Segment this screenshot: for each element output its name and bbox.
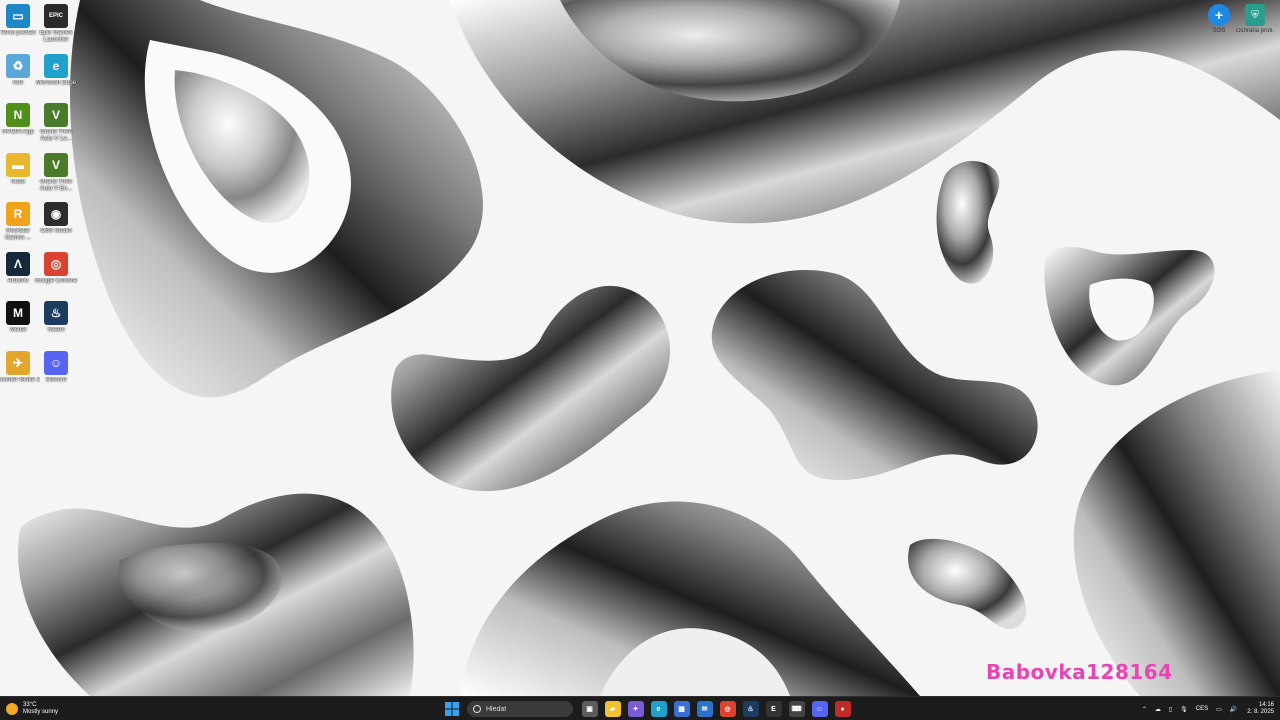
- protection-shortcut[interactable]: ⛨ Ochrana proti...: [1236, 4, 1274, 44]
- medal-icon: M: [6, 301, 30, 325]
- start-button[interactable]: [443, 700, 461, 718]
- windows-logo-icon: [445, 702, 459, 716]
- mail-icon[interactable]: ✉: [696, 701, 713, 717]
- obs-icon: ◉: [44, 202, 68, 226]
- device-icon[interactable]: ▯: [1169, 706, 1172, 713]
- watermark-text: Babovka128164: [986, 660, 1173, 684]
- clock-time: 14:16: [1258, 702, 1274, 708]
- gamepad-icon[interactable]: ⌨: [788, 701, 805, 717]
- desktop-shortcut-label: Epic Games Launcher: [39, 30, 73, 43]
- copilot-icon[interactable]: ✦: [627, 701, 644, 717]
- desktop-shortcut-label: OBS Studio: [40, 228, 72, 234]
- weather-widget[interactable]: 33°C Mostly sunny: [6, 699, 58, 719]
- desktop-shortcut[interactable]: V Grand Theft Auto V En...: [34, 152, 78, 199]
- protection-label: Ochrana proti...: [1236, 28, 1274, 34]
- chevron-up-icon[interactable]: ⌃: [1142, 706, 1147, 713]
- arduino-icon: Λ: [6, 251, 30, 276]
- nvidia-icon: N: [6, 103, 30, 127]
- recorder-icon[interactable]: ●: [834, 701, 851, 717]
- language-indicator[interactable]: CES: [1196, 706, 1208, 712]
- desktop-shortcut[interactable]: e Microsoft Edge: [34, 53, 78, 100]
- steam-taskbar-icon[interactable]: ♨: [742, 701, 759, 717]
- protection-icon: ⛨: [1245, 4, 1265, 26]
- epic-games-icon: EPIC: [44, 4, 68, 28]
- desktop-shortcut[interactable]: ☺ Discord: [34, 350, 78, 397]
- epic-taskbar-icon[interactable]: E: [765, 701, 782, 717]
- desktop-shortcut-label: Grand Theft Auto V En...: [39, 178, 73, 192]
- network-icon[interactable]: ▭: [1216, 706, 1222, 713]
- gta-v-icon: V: [44, 103, 68, 127]
- clock-date: 2. 8. 2025: [1247, 709, 1274, 715]
- sun-icon: [6, 703, 18, 715]
- taskbar-search[interactable]: Hledat: [467, 701, 573, 717]
- desktop-shortcut-label: Grand Theft Auto V Le...: [40, 129, 72, 142]
- rockstar-icon: R: [6, 202, 30, 226]
- edge-icon: e: [44, 53, 68, 78]
- task-view-icon[interactable]: ▣: [581, 701, 598, 717]
- desktop-shortcut[interactable]: ♨ Steam: [34, 301, 78, 347]
- weather-temp: 33°C: [23, 702, 37, 708]
- sos-shortcut[interactable]: + SOS: [1204, 4, 1234, 44]
- clock[interactable]: 14:16 2. 8. 2025: [1247, 702, 1274, 716]
- sos-icon: +: [1208, 4, 1230, 26]
- desktop-shortcut-label: Google Chrome: [34, 277, 78, 284]
- discord-icon: ☺: [44, 350, 68, 375]
- store-icon[interactable]: ▦: [673, 701, 690, 717]
- cloud-icon[interactable]: ☁: [1155, 706, 1161, 713]
- desktop-shortcut[interactable]: V Grand Theft Auto V Le...: [34, 103, 78, 149]
- chrome-taskbar-icon[interactable]: ◎: [719, 701, 736, 717]
- desktop-shortcut-label: Discord: [45, 376, 67, 383]
- discord-taskbar-icon[interactable]: ☺: [811, 701, 828, 717]
- desktop-shortcut[interactable]: ◉ OBS Studio: [34, 202, 78, 248]
- sos-label: SOS: [1212, 28, 1226, 34]
- edge-taskbar-icon[interactable]: e: [650, 701, 667, 717]
- search-placeholder: Hledat: [486, 705, 507, 713]
- chrome-icon: ◎: [44, 251, 68, 276]
- weather-desc: Mostly sunny: [23, 709, 59, 715]
- microphone-icon[interactable]: 🎙: [1180, 706, 1188, 713]
- search-icon: [473, 705, 481, 713]
- desktop-shortcut-label: Microsoft Edge: [35, 79, 77, 86]
- counter-strike-icon: ✈: [6, 350, 30, 375]
- desktop-shortcut[interactable]: EPIC Epic Games Launcher: [34, 4, 78, 50]
- desktop-wallpaper: [0, 0, 1280, 696]
- computer-icon: ▭: [6, 4, 30, 28]
- volume-icon[interactable]: 🔊: [1230, 706, 1237, 713]
- desktop-shortcut[interactable]: ◎ Google Chrome: [34, 251, 78, 298]
- taskbar: 33°C Mostly sunny Hledat ▣ ▰ ✦ e ▦ ✉ ◎ ♨ E ⌨ ☺ ● ⌃ …: [0, 696, 1280, 720]
- file-explorer-icon[interactable]: ▰: [604, 701, 621, 717]
- recycle-bin-icon: ♻: [6, 53, 30, 78]
- folder-icon: ▬: [6, 152, 30, 177]
- desktop-shortcut-label: Steam: [47, 327, 65, 333]
- steam-icon: ♨: [44, 301, 68, 325]
- gta-v-enhanced-icon: V: [44, 152, 68, 177]
